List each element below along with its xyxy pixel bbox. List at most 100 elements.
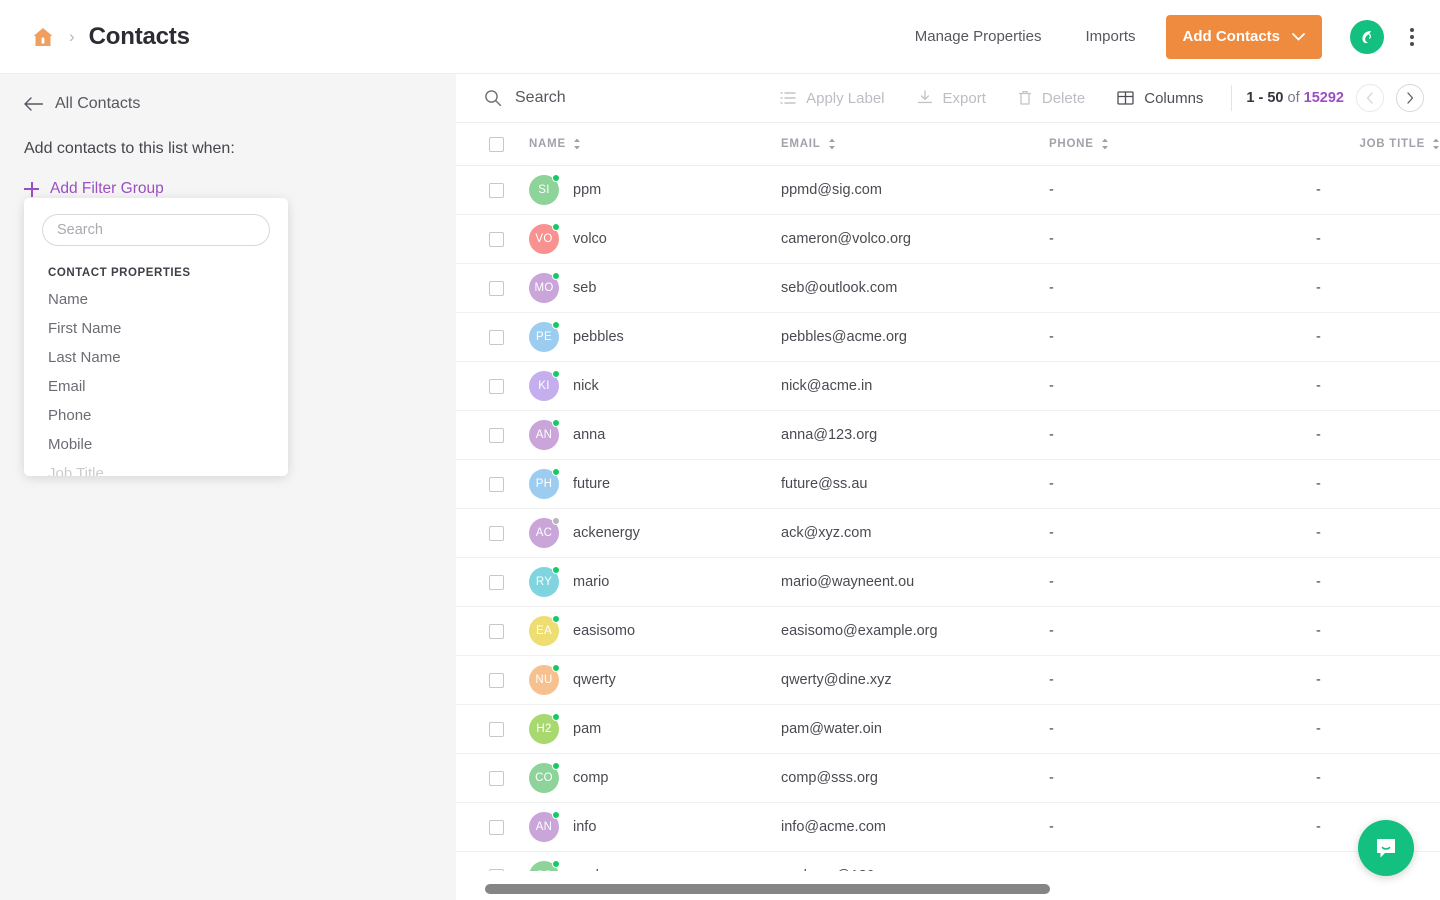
contact-name-cell: SIppm — [529, 175, 781, 205]
dropdown-item-first-name[interactable]: First Name — [24, 308, 288, 337]
status-badge — [552, 566, 560, 574]
table-row[interactable]: ANinfoinfo@acme.com-- — [456, 803, 1440, 852]
row-checkbox[interactable] — [489, 869, 504, 872]
select-all-checkbox[interactable] — [489, 137, 504, 152]
contact-email: ack@xyz.com — [781, 525, 1049, 541]
export-button[interactable]: Export — [901, 90, 1002, 107]
contact-job-title: - — [1316, 672, 1440, 688]
row-checkbox[interactable] — [489, 673, 504, 688]
status-badge — [552, 762, 560, 770]
add-filter-group-button[interactable]: Add Filter Group — [0, 158, 164, 198]
table-row[interactable]: MOsebseb@outlook.com-- — [456, 264, 1440, 313]
table-row[interactable]: PHfuturefuture@ss.au-- — [456, 460, 1440, 509]
nav-imports[interactable]: Imports — [1063, 28, 1157, 45]
property-picker-dropdown: CONTACT PROPERTIES Name First Name Last … — [24, 198, 288, 476]
table-row[interactable]: ACackenergyack@xyz.com-- — [456, 509, 1440, 558]
row-select-cell — [489, 575, 529, 590]
contact-name: seb — [573, 280, 596, 296]
table-row[interactable]: RYmariomario@wayneent.ou-- — [456, 558, 1440, 607]
row-checkbox[interactable] — [489, 379, 504, 394]
row-checkbox[interactable] — [489, 771, 504, 786]
row-select-cell — [489, 624, 529, 639]
row-checkbox[interactable] — [489, 428, 504, 443]
back-to-all-contacts[interactable]: All Contacts — [0, 74, 456, 113]
contact-job-title: - — [1316, 329, 1440, 345]
table-row[interactable]: PEpebblespebbles@acme.org-- — [456, 313, 1440, 362]
table-row[interactable]: NUqwertyqwerty@dine.xyz-- — [456, 656, 1440, 705]
top-bar: › Contacts Manage Properties Imports Add… — [0, 0, 1440, 74]
search-label: Search — [515, 89, 566, 107]
table-row[interactable]: EAeasisomoeasisomo@example.org-- — [456, 607, 1440, 656]
status-badge — [552, 811, 560, 819]
row-checkbox[interactable] — [489, 575, 504, 590]
dropdown-item-mobile[interactable]: Mobile — [24, 424, 288, 453]
chevron-left-icon — [1366, 92, 1374, 104]
home-icon[interactable] — [31, 25, 55, 49]
contact-job-title: - — [1316, 231, 1440, 247]
pagination-status: 1 - 50 of 15292 — [1246, 90, 1344, 106]
table-row[interactable]: ANannaanna@123.org-- — [456, 411, 1440, 460]
table-row[interactable]: SIppmppmd@sig.com-- — [456, 166, 1440, 215]
dropdown-item-job-title[interactable]: Job Title — [24, 453, 288, 476]
contact-email: future@ss.au — [781, 476, 1049, 492]
columns-icon — [1117, 90, 1134, 106]
contact-job-title: - — [1316, 623, 1440, 639]
add-contacts-button[interactable]: Add Contacts — [1166, 15, 1323, 59]
table-row[interactable]: SSsasboonsasboon@180.yu-- — [456, 852, 1440, 871]
column-header-email[interactable]: EMAIL — [781, 138, 1049, 150]
row-checkbox[interactable] — [489, 330, 504, 345]
column-header-phone[interactable]: PHONE — [1049, 138, 1316, 150]
row-select-cell — [489, 722, 529, 737]
row-checkbox[interactable] — [489, 232, 504, 247]
property-search-input[interactable] — [42, 214, 270, 246]
pagination-prev-button[interactable] — [1356, 84, 1384, 112]
status-badge — [552, 517, 560, 525]
table-header-row: NAME EMAIL PHONE — [456, 123, 1440, 166]
avatar-initials: PH — [536, 478, 553, 490]
table-row[interactable]: VOvolcocameron@volco.org-- — [456, 215, 1440, 264]
horizontal-scrollbar-thumb[interactable] — [485, 884, 1050, 894]
dropdown-item-last-name[interactable]: Last Name — [24, 337, 288, 366]
apply-label-button[interactable]: Apply Label — [764, 90, 900, 107]
column-header-name[interactable]: NAME — [529, 138, 781, 150]
avatar: SI — [529, 175, 559, 205]
row-checkbox[interactable] — [489, 820, 504, 835]
avatar[interactable] — [1350, 20, 1384, 54]
avatar: MO — [529, 273, 559, 303]
delete-button[interactable]: Delete — [1002, 90, 1101, 107]
horizontal-scrollbar[interactable] — [456, 878, 1440, 900]
table-row[interactable]: H2pampam@water.oin-- — [456, 705, 1440, 754]
contact-phone: - — [1049, 231, 1316, 247]
more-vertical-icon[interactable] — [1406, 22, 1418, 52]
dropdown-item-email[interactable]: Email — [24, 366, 288, 395]
avatar-initials: AN — [536, 821, 553, 833]
row-checkbox[interactable] — [489, 526, 504, 541]
avatar-initials: MO — [534, 282, 553, 294]
nav-manage-properties[interactable]: Manage Properties — [893, 28, 1064, 45]
dropdown-item-name[interactable]: Name — [24, 279, 288, 308]
avatar-initials: KI — [538, 380, 549, 392]
arrow-left-icon — [24, 97, 43, 111]
contact-phone: - — [1049, 525, 1316, 541]
table-row[interactable]: COcompcomp@sss.org-- — [456, 754, 1440, 803]
contact-name-cell: MO seb — [529, 273, 781, 303]
row-select-cell — [489, 183, 529, 198]
table-row[interactable]: KInicknick@acme.in-- — [456, 362, 1440, 411]
contact-email: comp@sss.org — [781, 770, 1049, 786]
contact-job-title: - — [1316, 182, 1440, 198]
pagination-next-button[interactable] — [1396, 84, 1424, 112]
chat-launcher-button[interactable] — [1358, 820, 1414, 876]
breadcrumb-separator: › — [69, 27, 75, 47]
dropdown-item-phone[interactable]: Phone — [24, 395, 288, 424]
contact-name-cell: KInick — [529, 371, 781, 401]
column-header-job-title[interactable]: JOB TITLE — [1316, 138, 1440, 150]
columns-button[interactable]: Columns — [1101, 90, 1219, 107]
row-checkbox[interactable] — [489, 281, 504, 296]
row-checkbox[interactable] — [489, 477, 504, 492]
column-header-job-title-label: JOB TITLE — [1359, 138, 1425, 150]
sort-icon — [573, 138, 581, 150]
row-checkbox[interactable] — [489, 624, 504, 639]
row-checkbox[interactable] — [489, 722, 504, 737]
search-button[interactable]: Search — [484, 89, 566, 107]
row-checkbox[interactable] — [489, 183, 504, 198]
